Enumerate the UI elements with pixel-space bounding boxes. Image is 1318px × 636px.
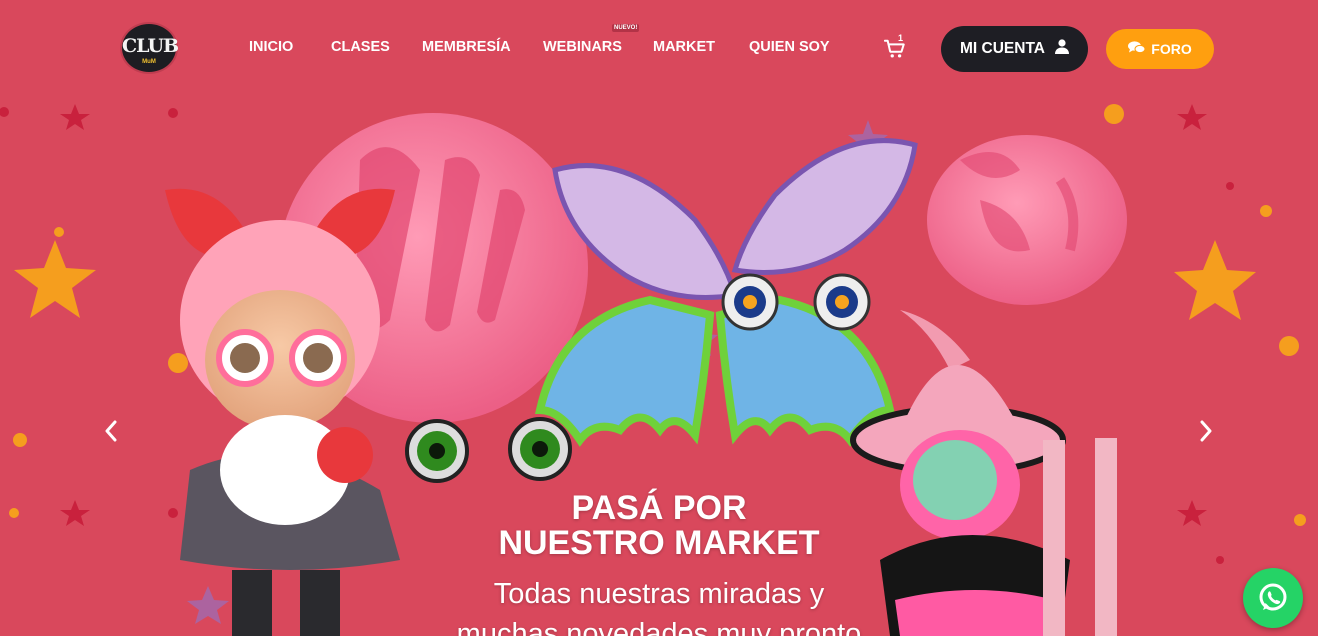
- forum-button[interactable]: FORO: [1106, 29, 1214, 69]
- hero-headline-line2: NUESTRO MARKET: [498, 524, 820, 562]
- hero-headline: PASÁ POR NUESTRO MARKET: [498, 491, 819, 561]
- nav-item-clases[interactable]: CLASES: [331, 39, 390, 55]
- nav-item-webinars[interactable]: WEBINARS: [543, 39, 622, 55]
- hero-headline-line1: PASÁ POR: [571, 489, 747, 527]
- nav-item-inicio[interactable]: INICIO: [249, 39, 293, 55]
- chat-icon: [1128, 41, 1146, 57]
- hero-subtitle-line2: muchas novedades muy pronto: [456, 618, 862, 636]
- angel-wings: [552, 138, 918, 300]
- my-account-button[interactable]: MI CUENTA: [941, 26, 1088, 72]
- user-icon: [1054, 39, 1069, 59]
- logo-subtext: MuM: [142, 59, 156, 65]
- whatsapp-icon: [1259, 583, 1287, 611]
- nav-item-quien-soy[interactable]: QUIEN SOY: [749, 39, 830, 55]
- pink-mold-right: [927, 135, 1127, 305]
- slider-prev-button[interactable]: [96, 416, 126, 446]
- nav-item-membresia[interactable]: MEMBRESÍA: [422, 39, 511, 55]
- hero-subtitle-line1: Todas nuestras miradas y: [493, 578, 825, 610]
- logo-text: CLUB: [122, 35, 179, 57]
- new-badge: NUEVO!: [612, 24, 640, 32]
- slider-next-button[interactable]: [1191, 416, 1221, 446]
- cart-count-badge: 1: [898, 33, 904, 43]
- witch-doll-figure-right: [850, 310, 1070, 636]
- chevron-left-icon: [105, 420, 117, 442]
- site-header: CLUB MuM INICIO CLASES MEMBRESÍA WEBINAR…: [0, 0, 1318, 100]
- club-mum-logo[interactable]: CLUB MuM: [120, 22, 179, 74]
- whatsapp-button[interactable]: [1243, 568, 1303, 628]
- chevron-right-icon: [1200, 420, 1212, 442]
- measure-tool: [1043, 438, 1117, 636]
- nav-item-market[interactable]: MARKET: [653, 39, 715, 55]
- forum-label: FORO: [1151, 41, 1192, 57]
- my-account-label: MI CUENTA: [960, 40, 1045, 57]
- hero-subtitle: Todas nuestras miradas y muchas novedade…: [449, 574, 869, 636]
